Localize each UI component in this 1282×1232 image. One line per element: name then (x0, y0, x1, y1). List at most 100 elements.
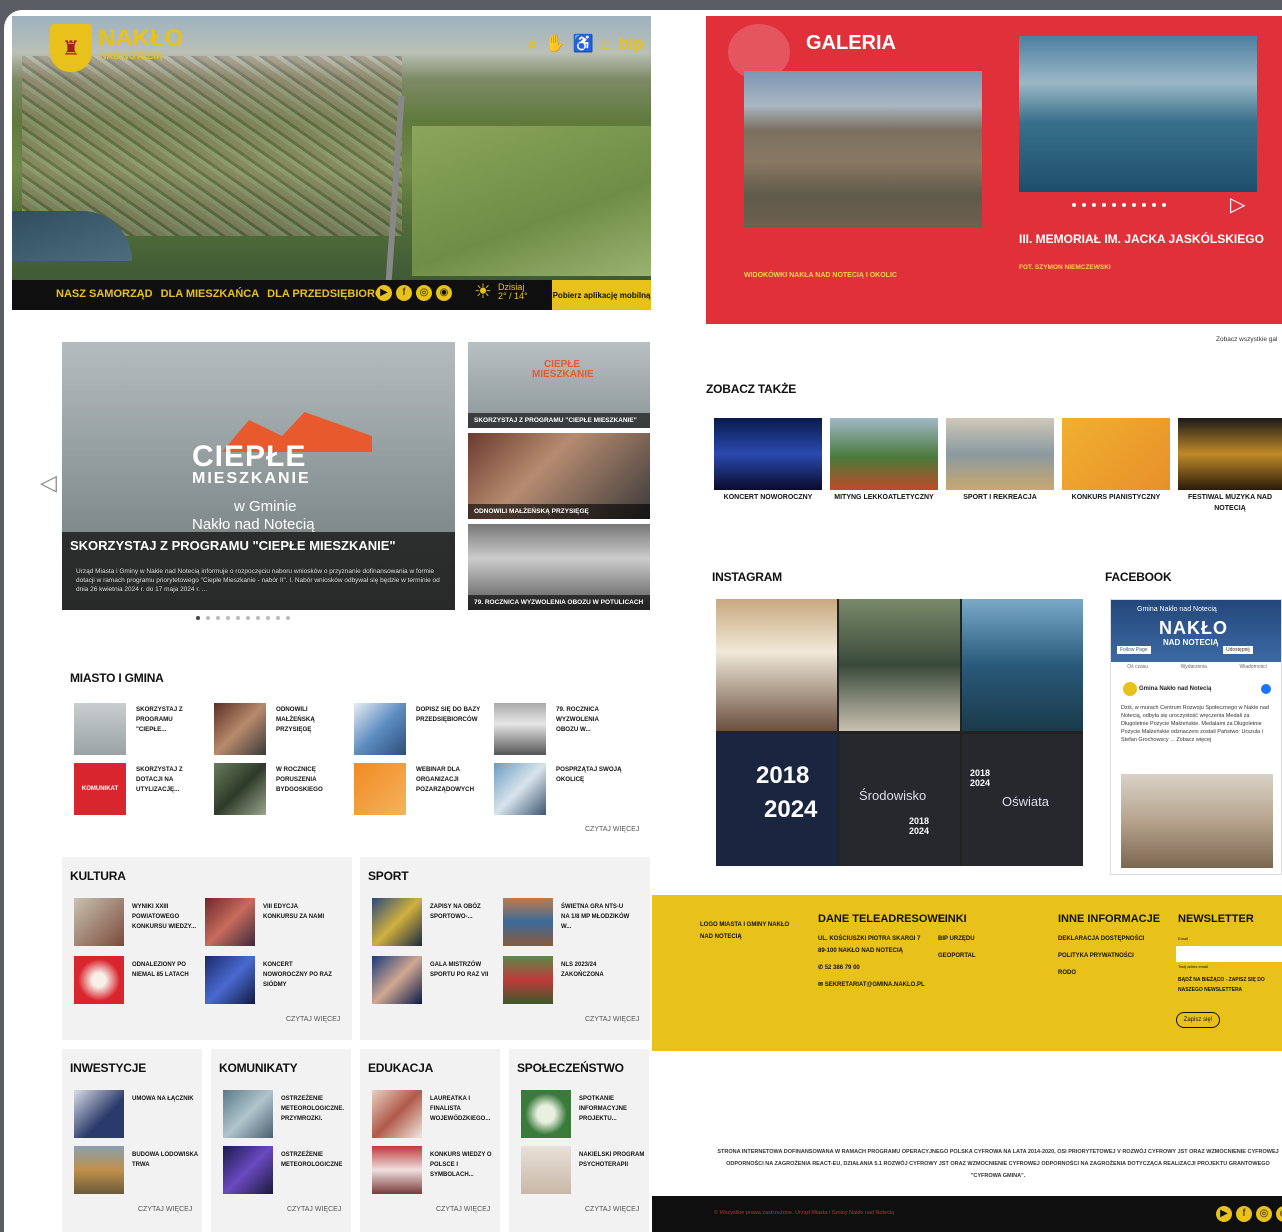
youtube-icon[interactable]: ▶ (376, 285, 392, 301)
see-also-item[interactable]: FESTIWAL MUZYKA NAD NOTECIĄ (1178, 418, 1282, 512)
gallery-dot[interactable] (1132, 203, 1136, 207)
read-more-link[interactable]: CZYTAJ WIĘCEJ (585, 1206, 639, 1213)
facebook-icon[interactable]: f (1236, 1206, 1252, 1222)
news-item[interactable]: BUDOWA LODOWISKA TRWA (74, 1146, 204, 1194)
instagram-icon[interactable]: ◎ (416, 285, 432, 301)
slider-dot[interactable] (256, 616, 260, 620)
app-icon[interactable]: ◉ (1276, 1206, 1282, 1222)
share-button[interactable]: Udostępnij (1223, 646, 1253, 654)
facebook-widget[interactable]: Gmina Nakło nad Notecią NAKŁO NAD NOTECI… (1110, 599, 1282, 875)
accessibility-icon[interactable]: ♿ (573, 34, 594, 54)
gallery-image-2[interactable] (1019, 36, 1257, 192)
gallery-dot[interactable] (1122, 203, 1126, 207)
logo-name[interactable]: NAKŁO (98, 27, 183, 51)
facebook-icon[interactable]: f (396, 285, 412, 301)
news-item[interactable]: W ROCZNICĘ PORUSZENIA BYDGOSKIEGO (214, 763, 344, 815)
read-more-link[interactable]: CZYTAJ WIĘCEJ (138, 1206, 192, 1213)
gallery-caption-1[interactable]: WIDOKÓWKI NAKŁA NAD NOTECIĄ I OKOLIC (744, 272, 897, 279)
tab-events[interactable]: Wydarzenia (1181, 664, 1207, 670)
tab-timeline[interactable]: Oś czasu (1127, 664, 1148, 670)
news-item[interactable]: NLS 2023/24 ZAKOŃCZONA (503, 956, 633, 1004)
news-item[interactable]: OSTRZEŻENIE METEOROLOGICZNE. PRZYMROZKI. (223, 1090, 353, 1138)
news-item[interactable]: WYNIKI XXIII POWIATOWEGO KONKURSU WIEDZY… (74, 898, 204, 946)
read-more-link[interactable]: CZYTAJ WIĘCEJ (585, 826, 639, 833)
gallery-dot[interactable] (1072, 203, 1076, 207)
gallery-dot[interactable] (1152, 203, 1156, 207)
gallery-dot[interactable] (1142, 203, 1146, 207)
news-item[interactable]: LAUREATKA I FINALISTA WOJEWÓDZKIEGO... (372, 1090, 502, 1138)
news-item[interactable]: SPOTKANIE INFORMACYJNE PROJEKTU... (521, 1090, 651, 1138)
phone-number[interactable]: 52 386 79 00 (825, 965, 860, 971)
newsletter-email-input[interactable] (1176, 946, 1282, 962)
slider-dot[interactable] (206, 616, 210, 620)
see-also-item[interactable]: KONCERT NOWOROCZNY (714, 418, 822, 508)
news-item[interactable]: 79. ROCZNICA WYZWOLENIA OBOZU W... (494, 703, 624, 755)
gallery-dot[interactable] (1162, 203, 1166, 207)
read-more-link[interactable]: CZYTAJ WIĘCEJ (436, 1206, 490, 1213)
tab-messages[interactable]: Wiadomości (1239, 664, 1266, 670)
news-item[interactable]: WEBINAR DLA ORGANIZACJI POZARZĄDOWYCH (354, 763, 484, 815)
instagram-tile[interactable] (716, 599, 837, 731)
gallery-dot[interactable] (1112, 203, 1116, 207)
news-item[interactable]: VIII EDYCJA KONKURSU ZA NAMI (205, 898, 335, 946)
slider-dot[interactable] (226, 616, 230, 620)
see-also-item[interactable]: MITYNG LEKKOATLETYCZNY (830, 418, 938, 508)
see-also-item[interactable]: KONKURS PIANISTYCZNY (1062, 418, 1170, 508)
instagram-tile[interactable] (962, 599, 1083, 731)
slider-dot[interactable] (266, 616, 270, 620)
news-item[interactable]: POSPRZĄTAJ SWOJĄ OKOLICĘ (494, 763, 624, 815)
news-item[interactable]: ODNALEZIONY PO NIEMAL 85 LATACH (74, 956, 204, 1004)
read-more-link[interactable]: CZYTAJ WIĘCEJ (287, 1206, 341, 1213)
slider-dot[interactable] (276, 616, 280, 620)
slider-dot[interactable] (246, 616, 250, 620)
gallery-caption-2[interactable]: III. MEMORIAŁ IM. JACKA JASKÓLSKIEGO (1019, 232, 1264, 246)
slider-prev-icon[interactable]: ◁ (40, 470, 57, 496)
instagram-icon[interactable]: ◎ (1256, 1206, 1272, 1222)
news-item[interactable]: KONKURS WIEDZY O POLSCE I SYMBOLACH... (372, 1146, 502, 1194)
gallery-image-1[interactable] (744, 71, 982, 227)
footer-logo-text[interactable]: LOGO MIASTA I GMINY NAKŁO NAD NOTECIĄ (700, 919, 796, 943)
news-item[interactable]: OSTRZEŻENIE METEOROLOGICZNE (223, 1146, 353, 1194)
slider-dot[interactable] (236, 616, 240, 620)
nav-dla-mieszkanca[interactable]: DLA MIESZKAŃCA (161, 288, 260, 300)
news-item[interactable]: GALA MISTRZÓW SPORTU PO RAZ VII (372, 956, 502, 1004)
footer-link-rodo[interactable]: RODO (1058, 967, 1144, 979)
instagram-tile[interactable] (839, 599, 960, 731)
read-more-link[interactable]: CZYTAJ WIĘCEJ (286, 1016, 340, 1023)
instagram-tile[interactable]: Środowisko 2018 2024 (839, 734, 960, 866)
gallery-next-icon[interactable]: ▷ (1230, 192, 1245, 217)
news-item[interactable]: KOMUNIKAT SKORZYSTAJ Z DOTACJI NA UTYLIZA… (74, 763, 204, 815)
search-icon[interactable]: ⌕ (528, 34, 538, 54)
news-item[interactable]: ZAPISY NA OBÓZ SPORTOWO-... (372, 898, 502, 946)
slider-thumb-1[interactable]: CIEPŁE MIESZKANIE SKORZYSTAJ Z PROGRAMU … (468, 342, 650, 428)
instagram-tile[interactable]: 2018 2024 (716, 734, 837, 866)
nav-dla-przedsiebiorcy[interactable]: DLA PRZEDSIĘBIORCY (267, 288, 390, 300)
mobile-app-button[interactable]: Pobierz aplikację mobilną (552, 280, 651, 310)
see-also-item[interactable]: SPORT I REKREACJA (946, 418, 1054, 508)
instagram-tile[interactable]: 2018 2024 Oświata (962, 734, 1083, 866)
facebook-page-name[interactable]: Gmina Nakło nad Notecią (1137, 606, 1217, 613)
facebook-post-image[interactable] (1121, 774, 1273, 868)
footer-link-bip[interactable]: BIP URZĘDU (938, 933, 976, 945)
nav-nasz-samorzad[interactable]: NASZ SAMORZĄD (56, 288, 153, 300)
youtube-icon[interactable]: ▶ (1216, 1206, 1232, 1222)
follow-page-button[interactable]: Follow Page (1117, 646, 1151, 654)
slider-dot[interactable] (216, 616, 220, 620)
footer-link-privacy[interactable]: POLITYKA PRYWATNOŚCI (1058, 950, 1144, 962)
news-item[interactable]: DOPISZ SIĘ DO BAZY PRZEDSIĘBIORCÓW (354, 703, 484, 755)
news-item[interactable]: ODNOWILI MAŁŻEŃSKĄ PRZYSIĘGĘ (214, 703, 344, 755)
gallery-dot[interactable] (1092, 203, 1096, 207)
app-icon[interactable]: ◉ (436, 285, 452, 301)
gallery-dot[interactable] (1082, 203, 1086, 207)
bip-link[interactable]: bip (618, 34, 644, 54)
coat-of-arms-icon[interactable]: ♜ (50, 24, 92, 72)
slide-caption-title[interactable]: SKORZYSTAJ Z PROGRAMU "CIEPŁE MIESZKANIE… (70, 538, 396, 553)
slider-thumb-3[interactable]: 79. ROCZNICA WYZWOLENIA OBOZU W POTULICA… (468, 524, 650, 610)
facebook-post-author[interactable]: Gmina Nakło nad Notecią (1139, 686, 1211, 692)
slider-thumb-2[interactable]: ODNOWILI MAŁŻEŃSKĄ PRZYSIĘGĘ (468, 433, 650, 519)
sign-language-icon[interactable]: ✋ (545, 34, 566, 54)
footer-link-accessibility[interactable]: DEKLARACJA DOSTĘPNOŚCI (1058, 933, 1144, 945)
news-item[interactable]: KONCERT NOWOROCZNY PO RAZ SIÓDMY (205, 956, 335, 1004)
news-item[interactable]: SKORZYSTAJ Z PROGRAMU "CIEPŁE... (74, 703, 204, 755)
news-item[interactable]: NAKIELSKI PROGRAM PSYCHOTERAPII (521, 1146, 651, 1194)
